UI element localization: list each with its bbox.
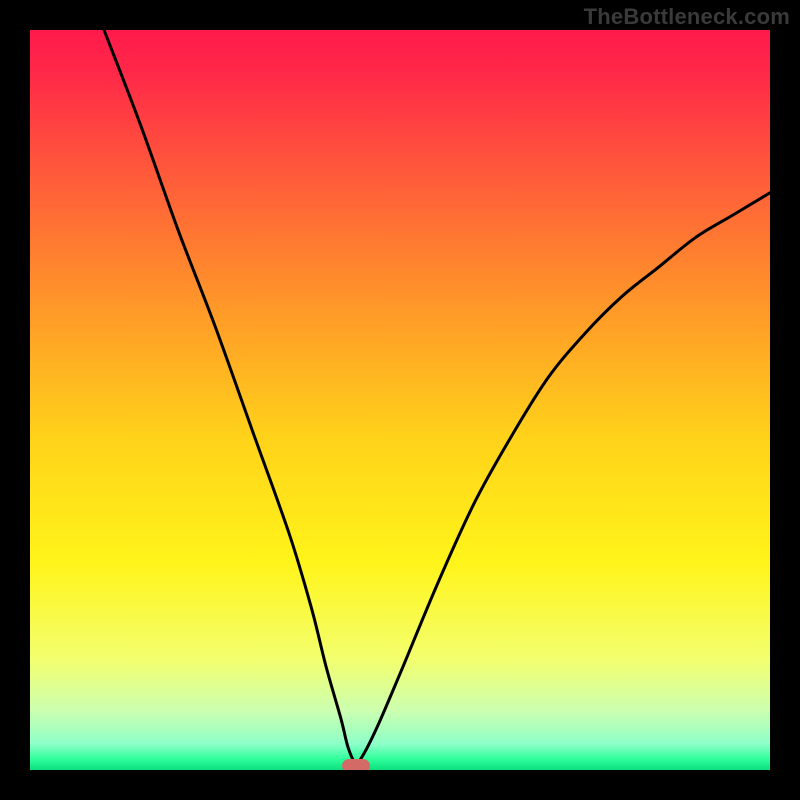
plot-area — [30, 30, 770, 770]
watermark-text: TheBottleneck.com — [584, 4, 790, 30]
chart-frame: TheBottleneck.com — [0, 0, 800, 800]
optimal-marker — [342, 759, 370, 770]
bottleneck-curve — [30, 30, 770, 770]
